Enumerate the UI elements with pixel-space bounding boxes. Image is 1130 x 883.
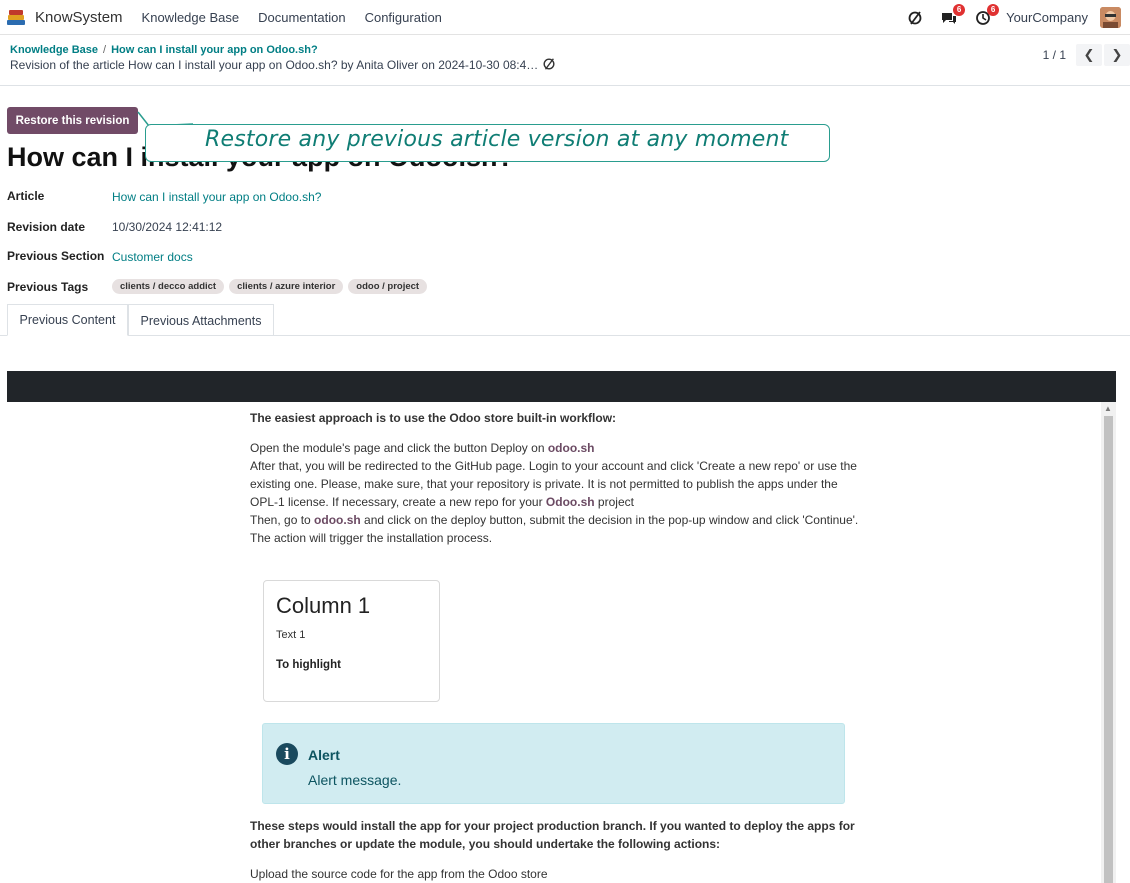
card-text: Text 1: [276, 629, 306, 641]
knowsystem-logo-icon[interactable]: [5, 6, 27, 28]
messages-badge: 6: [953, 3, 966, 16]
app-name[interactable]: KnowSystem: [35, 9, 123, 26]
card-highlight: To highlight: [276, 659, 341, 671]
chevron-right-icon: ❯: [1111, 47, 1123, 62]
tab-previous-content[interactable]: Previous Content: [7, 304, 128, 336]
debug-icon[interactable]: [904, 7, 926, 29]
revision-date-value: 10/30/2024 12:41:12: [112, 220, 223, 234]
content-paragraph: Open the module's page and click the but…: [250, 441, 859, 545]
company-switcher[interactable]: YourCompany: [1006, 10, 1088, 25]
previous-content-frame: The easiest approach is to use the Odoo …: [7, 402, 1101, 883]
editor-toolbar: [7, 371, 1116, 402]
previous-tags-label: Previous Tags: [7, 280, 89, 294]
activities-icon[interactable]: 6: [972, 3, 1000, 29]
restore-revision-button[interactable]: Restore this revision: [7, 107, 138, 134]
info-icon: i: [276, 743, 298, 765]
article-label: Article: [7, 189, 45, 203]
breadcrumb-knowledge-base[interactable]: Knowledge Base: [10, 44, 98, 56]
scrollbar-thumb[interactable]: [1104, 416, 1113, 883]
user-avatar[interactable]: [1100, 7, 1121, 28]
tag-chip: clients / decco addict: [112, 279, 225, 294]
tag-chip: odoo / project: [348, 279, 428, 294]
menu-documentation[interactable]: Documentation: [258, 10, 345, 25]
scroll-up-arrow-icon[interactable]: ▲: [1104, 404, 1112, 413]
column-card: Column 1 Text 1 To highlight: [263, 580, 440, 702]
odoo-sh-link[interactable]: odoo.sh: [548, 441, 595, 455]
previous-section-label: Previous Section: [7, 249, 105, 263]
alert-title: Alert: [308, 747, 340, 763]
menu-knowledge-base[interactable]: Knowledge Base: [142, 10, 240, 25]
tab-previous-attachments[interactable]: Previous Attachments: [128, 304, 274, 336]
content-last-line: Upload the source code for the app from …: [250, 867, 548, 881]
alert-box: i Alert Alert message.: [262, 723, 845, 804]
breadcrumb: Knowledge Base / How can I install your ap…: [10, 44, 318, 56]
control-panel: Knowledge Base / How can I install your ap…: [0, 36, 1130, 86]
article-link[interactable]: How can I install your app on Odoo.sh?: [112, 190, 321, 204]
record-title: Revision of the article How can I instal…: [10, 58, 539, 72]
callout-text: Restore any previous article version at …: [205, 127, 789, 152]
article-value: How can I install your app on Odoo.sh?: [112, 190, 321, 204]
pager-next-button[interactable]: ❯: [1104, 44, 1130, 66]
odoo-sh-link[interactable]: odoo.sh: [314, 513, 361, 527]
steps-heading: These steps would install the app for yo…: [250, 819, 855, 851]
previous-tags: clients / decco addict clients / azure i…: [112, 279, 432, 294]
alert-message: Alert message.: [308, 772, 402, 788]
content-heading: The easiest approach is to use the Odoo …: [250, 411, 617, 425]
previous-section-value: Customer docs: [112, 250, 193, 264]
activities-badge: 6: [987, 3, 1000, 16]
notebook-tabs: Previous Content Previous Attachments: [0, 304, 1130, 336]
revision-date-label: Revision date: [7, 220, 86, 234]
odoo-sh-link[interactable]: Odoo.sh: [546, 495, 595, 509]
card-title: Column 1: [276, 593, 371, 618]
chevron-left-icon: ❮: [1083, 47, 1095, 62]
previous-section-link[interactable]: Customer docs: [112, 250, 193, 264]
messages-icon[interactable]: 6: [938, 3, 966, 29]
breadcrumb-article[interactable]: How can I install your app on Odoo.sh?: [111, 44, 318, 56]
top-navbar: KnowSystem Knowledge Base Documentation …: [0, 0, 1130, 35]
record-actions-icon[interactable]: [542, 57, 556, 71]
pager-value[interactable]: 1 / 1: [1043, 48, 1066, 62]
menu-configuration[interactable]: Configuration: [365, 10, 442, 25]
pager-previous-button[interactable]: ❮: [1076, 44, 1102, 66]
pager: 1 / 1 ❮ ❯: [1043, 44, 1130, 66]
tag-chip: clients / azure interior: [229, 279, 344, 294]
